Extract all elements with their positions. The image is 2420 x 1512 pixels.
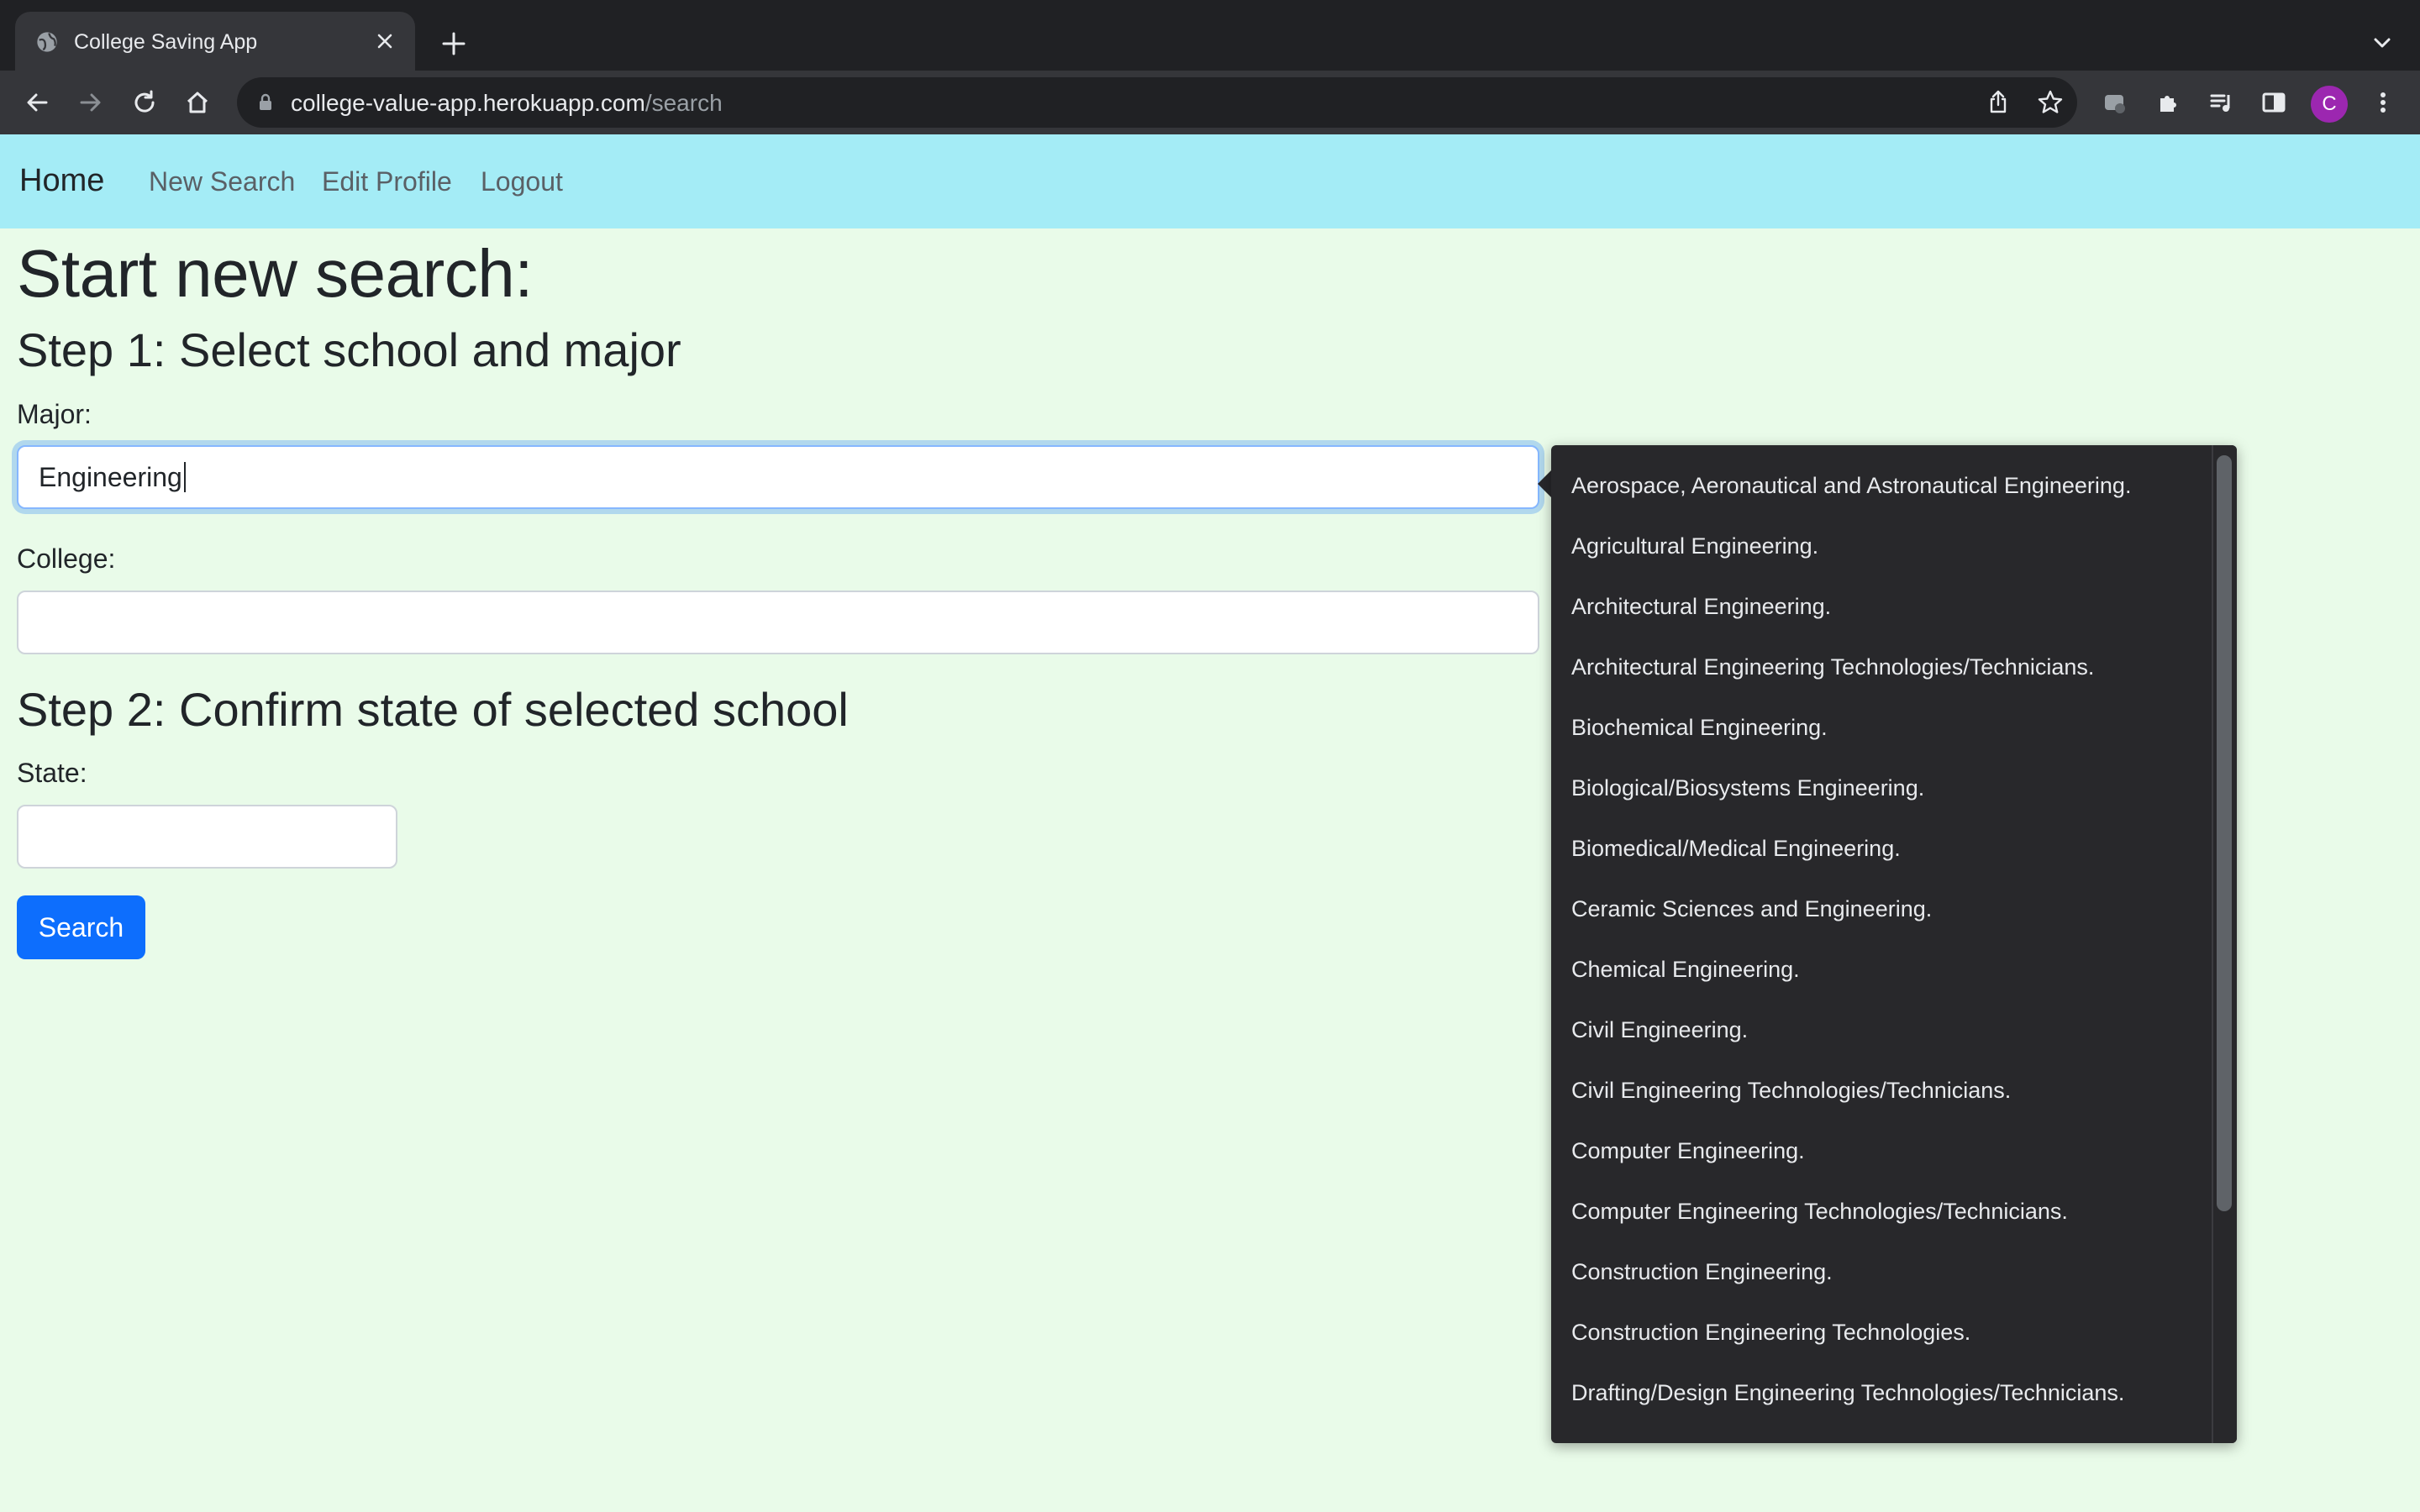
browser-toolbar: college-value-app.herokuapp.com/search C xyxy=(0,71,2420,134)
browser-tab-strip: College Saving App xyxy=(0,0,2420,71)
suggestion-item[interactable]: Architectural Engineering. xyxy=(1551,576,2237,637)
puzzle-icon[interactable] xyxy=(2151,86,2185,119)
suggestion-item[interactable]: Ceramic Sciences and Engineering. xyxy=(1551,879,2237,939)
popup-scrollbar[interactable] xyxy=(2212,445,2237,1443)
site-navbar: Home New Search Edit Profile Logout xyxy=(0,134,2420,228)
url-text: college-value-app.herokuapp.com/search xyxy=(291,90,723,116)
tab-title: College Saving App xyxy=(74,30,258,54)
suggestion-item[interactable]: Architectural Engineering Technologies/T… xyxy=(1551,637,2237,697)
forward-icon[interactable] xyxy=(74,86,108,119)
nav-edit-profile[interactable]: Edit Profile xyxy=(322,166,452,197)
suggestion-item[interactable]: Civil Engineering. xyxy=(1551,1000,2237,1060)
suggestion-list: Aerospace, Aeronautical and Astronautica… xyxy=(1551,445,2237,1423)
suggestion-item[interactable]: Chemical Engineering. xyxy=(1551,939,2237,1000)
step2-heading: Step 2: Confirm state of selected school xyxy=(17,683,849,736)
search-button[interactable]: Search xyxy=(17,895,145,959)
share-icon[interactable] xyxy=(1983,87,2013,118)
nav-new-search[interactable]: New Search xyxy=(149,166,295,197)
suggestion-item[interactable]: Computer Engineering. xyxy=(1551,1121,2237,1181)
lock-icon[interactable] xyxy=(255,92,276,113)
step1-heading: Step 1: Select school and major xyxy=(17,323,681,376)
close-tab-icon[interactable] xyxy=(370,26,400,56)
major-input[interactable]: Engineering xyxy=(17,445,1539,509)
suggestion-item[interactable]: Biochemical Engineering. xyxy=(1551,697,2237,758)
text-caret xyxy=(183,462,186,492)
popup-scrollbar-thumb[interactable] xyxy=(2217,455,2232,1211)
major-label: Major: xyxy=(17,399,92,429)
profile-avatar[interactable]: C xyxy=(2311,86,2348,123)
suggestion-item[interactable]: Biological/Biosystems Engineering. xyxy=(1551,758,2237,818)
side-panel-icon[interactable] xyxy=(2257,86,2291,119)
reload-icon[interactable] xyxy=(128,86,161,119)
new-tab-icon[interactable] xyxy=(437,27,471,60)
browser-tab[interactable]: College Saving App xyxy=(15,12,415,71)
chevron-down-icon[interactable] xyxy=(2368,29,2396,57)
state-label: State: xyxy=(17,758,87,788)
suggestion-item[interactable]: Civil Engineering Technologies/Technicia… xyxy=(1551,1060,2237,1121)
college-label: College: xyxy=(17,543,116,574)
suggestion-item[interactable]: Drafting/Design Engineering Technologies… xyxy=(1551,1362,2237,1423)
nav-home-brand[interactable]: Home xyxy=(19,163,104,199)
bookmark-star-icon[interactable] xyxy=(2035,87,2065,118)
suggestion-item[interactable]: Computer Engineering Technologies/Techni… xyxy=(1551,1181,2237,1242)
state-input[interactable] xyxy=(17,805,397,869)
suggestion-item[interactable]: Construction Engineering. xyxy=(1551,1242,2237,1302)
address-bar[interactable]: college-value-app.herokuapp.com/search xyxy=(237,77,2077,128)
extension-icon[interactable] xyxy=(2097,86,2131,119)
suggestion-item[interactable]: Aerospace, Aeronautical and Astronautica… xyxy=(1551,455,2237,516)
major-suggestions-dropdown: Aerospace, Aeronautical and Astronautica… xyxy=(1551,445,2237,1443)
home-icon[interactable] xyxy=(181,86,214,119)
kebab-menu-icon[interactable] xyxy=(2366,86,2400,119)
major-input-value: Engineering xyxy=(39,461,182,492)
nav-logout[interactable]: Logout xyxy=(481,166,563,197)
globe-icon xyxy=(37,32,57,52)
back-icon[interactable] xyxy=(20,86,54,119)
suggestion-item[interactable]: Biomedical/Medical Engineering. xyxy=(1551,818,2237,879)
suggestion-item[interactable]: Agricultural Engineering. xyxy=(1551,516,2237,576)
media-queue-icon[interactable] xyxy=(2205,86,2238,119)
suggestion-item[interactable]: Construction Engineering Technologies. xyxy=(1551,1302,2237,1362)
page-title: Start new search: xyxy=(17,236,534,311)
college-input[interactable] xyxy=(17,591,1539,654)
